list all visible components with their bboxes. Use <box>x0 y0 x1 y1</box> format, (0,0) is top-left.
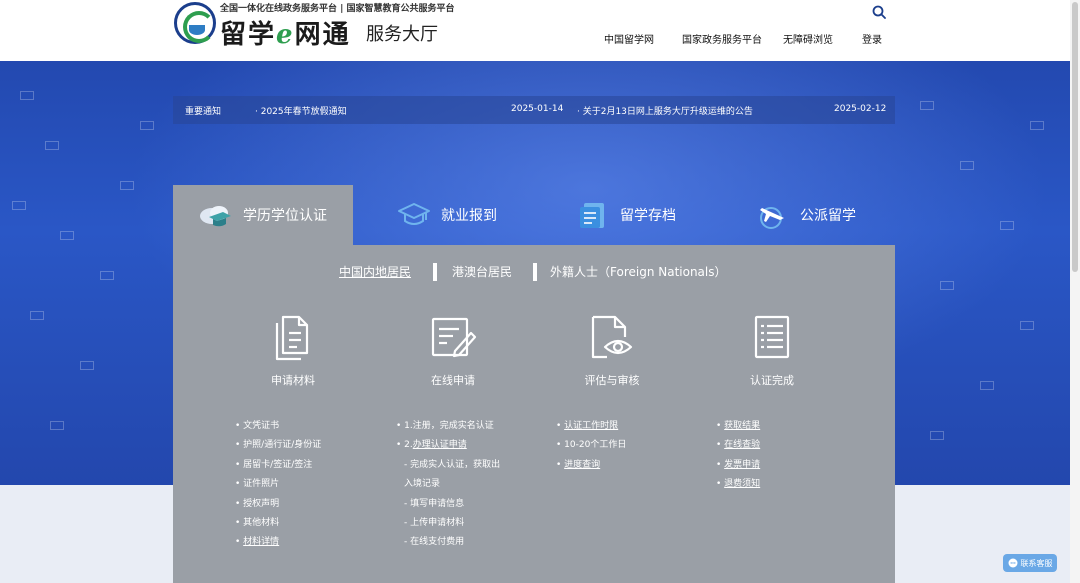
tab-label: 留学存档 <box>620 208 676 224</box>
invoice-request-link[interactable]: • 发票申请 <box>716 456 760 475</box>
online-apply-list: • 1.注册，完成实名认证 • 2.办理认证申请 - 完成实人认证，获取出 入境… <box>396 417 500 553</box>
archive-document-icon <box>580 203 604 228</box>
list-item: • 文凭证书 <box>235 421 280 431</box>
subtab-divider <box>433 263 437 281</box>
notice-item-2[interactable]: · 关于2月13日网上服务大厅升级运维的公告 <box>577 104 753 117</box>
subtab-foreign-nationals[interactable]: 外籍人士（Foreign Nationals） <box>550 263 727 280</box>
list-item: • 证件照片 <box>235 479 280 490</box>
tab-degree-certification[interactable]: 学历学位认证 <box>173 185 353 245</box>
list-item: • 10-20个工作日 <box>556 440 627 451</box>
notice-item-1[interactable]: · 2025年春节放假通知 <box>255 104 347 117</box>
materials-list: • 文凭证书 • 护照/通行证/身份证 • 居留卡/签证/签注 • 证件照片 •… <box>235 417 321 553</box>
nav-link-accessibility[interactable]: 无障碍浏览 <box>783 31 833 46</box>
list-item: • 护照/通行证/身份证 <box>235 440 322 451</box>
site-header: 全国一体化在线政务服务平台 | 国家智慧教育公共服务平台 留学e网通 服务大厅 … <box>0 0 1080 61</box>
list-item: • 其他材料 <box>235 518 280 529</box>
tab-label: 公派留学 <box>800 208 856 224</box>
complete-list: • 获取结果 • 在线查验 • 发票申请 • 退费须知 <box>716 417 760 495</box>
step-label-materials: 申请材料 <box>271 374 315 387</box>
materials-details-link[interactable]: • 材料详情 <box>235 533 321 552</box>
work-time-limit-link[interactable]: • 认证工作时限 <box>556 417 626 436</box>
subtab-hk-macau-taiwan[interactable]: 港澳台居民 <box>452 263 512 280</box>
checklist-icon <box>754 315 790 359</box>
certification-panel: 中国内地居民 港澳台居民 外籍人士（Foreign Nationals） 申请材… <box>173 245 895 583</box>
notice-bar: 重要通知 · 2025年春节放假通知 2025-01-14 · 关于2月13日网… <box>173 96 895 124</box>
notice-label: 重要通知 <box>185 107 222 117</box>
nav-link-gov-platform[interactable]: 国家政务服务平台 <box>682 31 762 46</box>
list-item: 入境记录 <box>404 479 441 490</box>
list-item: - 完成实人认证，获取出 <box>404 459 501 470</box>
logo-tagline: 全国一体化在线政务服务平台 | 国家智慧教育公共服务平台 <box>220 4 455 14</box>
list-item: - 在线支付费用 <box>404 537 465 548</box>
graduation-cloud-icon <box>200 206 231 227</box>
step-label-review: 评估与审核 <box>584 374 640 387</box>
apply-certification-link[interactable]: • 2.办理认证申请 <box>396 436 500 455</box>
scrollbar-thumb[interactable] <box>1072 2 1078 272</box>
refund-notice-link[interactable]: • 退费须知 <box>716 475 760 494</box>
tab-employment-report[interactable]: 就业报到 <box>397 185 547 245</box>
tab-label: 就业报到 <box>441 208 497 224</box>
document-eye-icon <box>591 315 633 359</box>
get-result-link[interactable]: • 获取结果 <box>716 417 760 436</box>
edit-form-icon <box>431 317 477 358</box>
nav-link-login[interactable]: 登录 <box>862 31 882 46</box>
contact-support-button[interactable]: 联系客服 <box>1003 554 1057 572</box>
notice-item-2-date: 2025-02-12 <box>834 104 887 114</box>
list-item: • 居留卡/签证/签注 <box>235 459 313 470</box>
documents-icon <box>275 315 309 361</box>
list-item: - 上传申请材料 <box>404 518 465 529</box>
step-label-online-apply: 在线申请 <box>431 374 475 387</box>
residence-subtabs: 中国内地居民 港澳台居民 外籍人士（Foreign Nationals） <box>173 263 895 283</box>
progress-query-link[interactable]: • 进度查询 <box>556 456 626 475</box>
nav-link-cscse[interactable]: 中国留学网 <box>604 31 654 46</box>
subtab-divider <box>533 263 537 281</box>
logo-subtitle: 服务大厅 <box>366 24 438 45</box>
graduation-cap-icon <box>398 203 430 225</box>
tab-government-sponsored[interactable]: 公派留学 <box>756 185 896 245</box>
airplane-globe-icon <box>760 207 784 229</box>
online-verify-link[interactable]: • 在线查验 <box>716 436 760 455</box>
tab-label: 学历学位认证 <box>243 208 327 224</box>
subtab-mainland-residents[interactable]: 中国内地居民 <box>339 263 411 280</box>
contact-support-label: 联系客服 <box>1020 558 1053 568</box>
list-item: - 填写申请信息 <box>404 498 465 509</box>
chat-icon <box>1008 558 1017 568</box>
step-label-complete: 认证完成 <box>750 374 794 387</box>
list-item: • 1.注册，完成实名认证 <box>396 421 494 431</box>
list-item: • 授权声明 <box>235 498 280 509</box>
tab-study-abroad-archive[interactable]: 留学存档 <box>576 185 726 245</box>
review-list: • 认证工作时限 • 10-20个工作日 • 进度查询 <box>556 417 626 475</box>
logo-title: 留学e网通 <box>220 20 351 50</box>
notice-item-1-date: 2025-01-14 <box>511 104 564 114</box>
logo-emblem-icon <box>174 2 216 44</box>
search-icon[interactable] <box>872 5 886 19</box>
